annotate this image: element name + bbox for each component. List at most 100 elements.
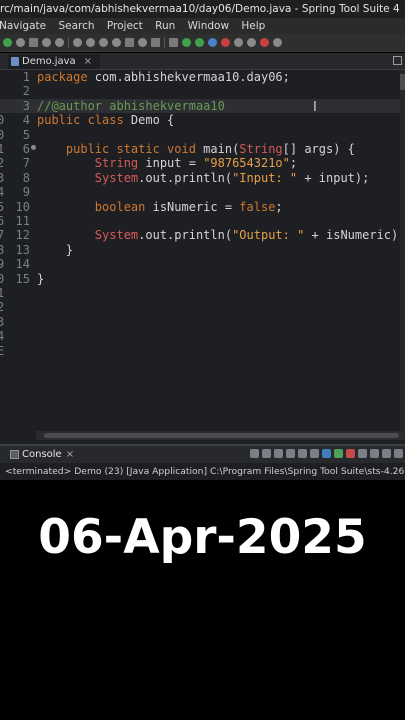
skip-breakpoints-icon[interactable] (73, 38, 82, 47)
code-token: public static void (37, 142, 204, 156)
show-on-output-icon[interactable] (322, 449, 331, 458)
code-token: input = (138, 156, 204, 171)
code-line[interactable]: 2 (0, 300, 405, 314)
close-icon[interactable]: × (66, 449, 74, 460)
code-line[interactable]: 0 4 public class Demo { (0, 113, 405, 127)
open-console-icon[interactable] (370, 449, 379, 458)
minimize-icon[interactable] (382, 449, 391, 458)
scroll-thumb[interactable] (44, 433, 399, 438)
display-console-icon[interactable] (358, 449, 367, 458)
pause-icon[interactable] (16, 38, 25, 47)
code-line[interactable]: 9 14 (0, 257, 405, 271)
code-line[interactable]: 2 (0, 84, 405, 98)
code-line[interactable]: 3 //@author abhishekvermaa10 (0, 98, 405, 114)
code-line[interactable]: 49 (0, 185, 405, 199)
horizontal-scrollbar[interactable] (36, 431, 405, 440)
open-type-icon[interactable] (169, 38, 178, 47)
coverage-icon[interactable] (208, 38, 217, 47)
toolbar-separator (164, 37, 165, 48)
maximize-icon[interactable] (393, 56, 402, 65)
pin-console-icon[interactable] (346, 449, 355, 458)
code-line[interactable]: 2 7 String input = "987654321o"; (0, 156, 405, 170)
external-tools-icon[interactable] (221, 38, 230, 47)
terminate-icon[interactable] (250, 449, 259, 458)
drop-frame-icon[interactable] (112, 38, 121, 47)
code-token: String (94, 156, 139, 171)
console-view: Console × <terminated> Demo (23) [Java Ap… (0, 444, 405, 480)
new-wizard-icon[interactable] (151, 38, 160, 47)
vertical-scrollbar[interactable] (400, 70, 405, 430)
menu-bar: Navigate Search Project Run Window Help (0, 18, 405, 34)
console-icon (10, 450, 19, 459)
tab-label: Demo.java (22, 56, 76, 67)
code-text: System.out.println("Input: " + input); (37, 170, 370, 185)
console-status-line: <terminated> Demo (23) [Java Application… (5, 466, 405, 477)
lock-icon[interactable] (310, 449, 319, 458)
code-line[interactable]: 5 10 boolean isNumeric = false; (0, 200, 405, 214)
code-line[interactable]: 4 (0, 329, 405, 343)
disconnect-icon[interactable] (42, 38, 51, 47)
code-line[interactable]: 1 package com.abhishekvermaa10.day06; (0, 70, 405, 84)
code-text: } (37, 243, 73, 257)
show-on-error-icon[interactable] (334, 449, 343, 458)
code-editor: Demo.java × 1 package com.abhishekvermaa10… (0, 53, 405, 444)
code-line[interactable]: 8 13 } (0, 243, 405, 257)
run-icon[interactable] (3, 38, 12, 47)
console-tab-bar: Console × (0, 446, 405, 463)
code-line[interactable]: E (0, 344, 405, 358)
tab-console[interactable]: Console × (8, 447, 74, 462)
toolbar-separator (68, 37, 69, 48)
menu-run[interactable]: Run (155, 18, 175, 34)
scroll-thumb[interactable] (400, 74, 405, 90)
window-title-bar: rc/main/java/com/abhishekvermaa10/day06/… (0, 0, 405, 18)
annotation-next-icon[interactable] (247, 38, 256, 47)
use-step-filters-icon[interactable] (125, 38, 134, 47)
remove-launch-icon[interactable] (262, 449, 271, 458)
text-cursor-icon: I (313, 100, 317, 115)
code-text: System.out.println("Output: " + isNumeri… (37, 228, 405, 242)
code-line[interactable]: 05 (0, 128, 405, 142)
menu-project[interactable]: Project (107, 18, 143, 34)
main-toolbar (0, 34, 405, 52)
run-as-icon[interactable] (195, 38, 204, 47)
code-line[interactable]: 0 15} (0, 272, 405, 286)
code-text: String input = "987654321o"; (37, 156, 297, 170)
boot-dashboard-icon[interactable] (138, 38, 147, 47)
code-line[interactable]: 1 (0, 286, 405, 300)
step-into-icon[interactable] (55, 38, 64, 47)
step-over-icon[interactable] (86, 38, 95, 47)
clear-console-icon[interactable] (274, 449, 283, 458)
code-token: com.abhishekvermaa10.day06; (94, 70, 290, 84)
word-wrap-icon[interactable] (298, 449, 307, 458)
code-token: System (94, 170, 139, 185)
menu-window[interactable]: Window (188, 18, 229, 34)
code-token: package (37, 70, 95, 84)
console-tab-label: Console (22, 449, 62, 460)
code-token: .out. (138, 170, 175, 185)
code-token: ; (289, 156, 298, 171)
close-icon[interactable]: × (84, 56, 92, 67)
pin-icon[interactable] (260, 38, 269, 47)
code-token: System (94, 228, 139, 243)
menu-help[interactable]: Help (241, 18, 265, 34)
fold-toggle-icon[interactable] (31, 145, 36, 150)
scroll-lock-icon[interactable] (286, 449, 295, 458)
step-return-icon[interactable] (99, 38, 108, 47)
code-line[interactable]: 7 12 System.out.println("Output: " + isNu… (0, 228, 405, 242)
menu-search[interactable]: Search (58, 18, 94, 34)
code-line[interactable]: 3 (0, 315, 405, 329)
search-icon[interactable] (234, 38, 243, 47)
editor-tab-bar: Demo.java × (0, 53, 405, 70)
tab-demo-java[interactable]: Demo.java × (8, 54, 101, 69)
menu-navigate[interactable]: Navigate (0, 18, 46, 34)
code-token: Demo { (130, 113, 175, 128)
chevron-down-icon[interactable] (273, 38, 282, 47)
terminate-icon[interactable] (29, 38, 38, 47)
console-toolbar (250, 449, 403, 458)
debug-icon[interactable] (182, 38, 191, 47)
maximize-icon[interactable] (394, 449, 403, 458)
code-line[interactable]: 6 11 (0, 214, 405, 228)
code-line[interactable]: 1 6 public static void main(String[] args… (0, 142, 405, 156)
code-line[interactable]: 3 8 System.out.println("Input: " + input)… (0, 171, 405, 185)
